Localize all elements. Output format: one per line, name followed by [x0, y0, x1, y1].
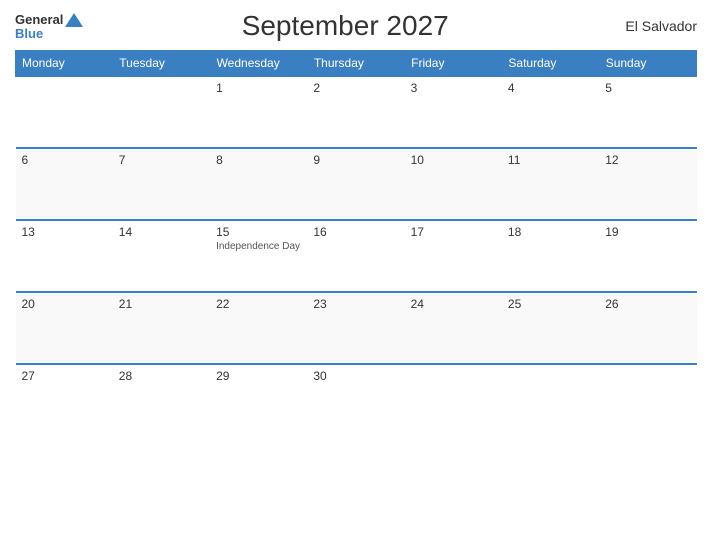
day-number: 6 [22, 153, 107, 167]
col-saturday: Saturday [502, 51, 599, 77]
table-row: 12 [599, 148, 696, 220]
table-row: 25 [502, 292, 599, 364]
day-number: 13 [22, 225, 107, 239]
table-row [16, 76, 113, 148]
logo: General Blue [15, 13, 83, 40]
table-row: 17 [405, 220, 502, 292]
day-number: 15 [216, 225, 301, 239]
day-number: 27 [22, 369, 107, 383]
calendar-week-row: 13 14 15 Independence Day 16 17 18 19 [16, 220, 697, 292]
day-number: 10 [411, 153, 496, 167]
table-row: 22 [210, 292, 307, 364]
table-row: 1 [210, 76, 307, 148]
day-number: 18 [508, 225, 593, 239]
day-number: 25 [508, 297, 593, 311]
day-number: 23 [313, 297, 398, 311]
day-number: 24 [411, 297, 496, 311]
table-row: 10 [405, 148, 502, 220]
col-tuesday: Tuesday [113, 51, 210, 77]
col-wednesday: Wednesday [210, 51, 307, 77]
day-number: 19 [605, 225, 690, 239]
calendar-week-row: 12345 [16, 76, 697, 148]
day-number: 21 [119, 297, 204, 311]
table-row: 16 [307, 220, 404, 292]
day-number: 22 [216, 297, 301, 311]
table-row: 13 [16, 220, 113, 292]
table-row: 8 [210, 148, 307, 220]
calendar-title: September 2027 [83, 10, 607, 42]
table-row: 20 [16, 292, 113, 364]
day-number: 9 [313, 153, 398, 167]
day-number: 1 [216, 81, 301, 95]
table-row: 6 [16, 148, 113, 220]
day-number: 8 [216, 153, 301, 167]
table-row: 30 [307, 364, 404, 436]
table-row: 27 [16, 364, 113, 436]
weekday-header-row: Monday Tuesday Wednesday Thursday Friday… [16, 51, 697, 77]
table-row: 26 [599, 292, 696, 364]
table-row: 29 [210, 364, 307, 436]
day-number: 7 [119, 153, 204, 167]
table-row: 28 [113, 364, 210, 436]
table-row: 24 [405, 292, 502, 364]
table-row: 9 [307, 148, 404, 220]
calendar-week-row: 6789 10 11 12 [16, 148, 697, 220]
logo-flag-icon [65, 13, 83, 27]
day-number: 16 [313, 225, 398, 239]
table-row: 14 [113, 220, 210, 292]
day-number: 29 [216, 369, 301, 383]
day-number: 3 [411, 81, 496, 95]
day-number: 30 [313, 369, 398, 383]
day-number: 4 [508, 81, 593, 95]
day-number: 26 [605, 297, 690, 311]
header: General Blue September 2027 El Salvador [15, 10, 697, 42]
table-row: 15 Independence Day [210, 220, 307, 292]
table-row [405, 364, 502, 436]
table-row: 23 [307, 292, 404, 364]
table-row: 7 [113, 148, 210, 220]
table-row [502, 364, 599, 436]
table-row: 4 [502, 76, 599, 148]
table-row [599, 364, 696, 436]
logo-general-text: General [15, 13, 63, 26]
day-number: 20 [22, 297, 107, 311]
col-thursday: Thursday [307, 51, 404, 77]
calendar-table: Monday Tuesday Wednesday Thursday Friday… [15, 50, 697, 436]
calendar-week-row: 20 21 22 23 24 25 26 [16, 292, 697, 364]
country-label: El Salvador [607, 18, 697, 34]
day-event: Independence Day [216, 241, 301, 252]
logo-blue-text: Blue [15, 27, 43, 40]
table-row: 11 [502, 148, 599, 220]
day-number: 5 [605, 81, 690, 95]
day-number: 17 [411, 225, 496, 239]
calendar-week-row: 27 28 29 30 [16, 364, 697, 436]
day-number: 2 [313, 81, 398, 95]
table-row: 3 [405, 76, 502, 148]
table-row: 19 [599, 220, 696, 292]
table-row: 5 [599, 76, 696, 148]
table-row: 21 [113, 292, 210, 364]
table-row [113, 76, 210, 148]
page: General Blue September 2027 El Salvador … [0, 0, 712, 550]
col-sunday: Sunday [599, 51, 696, 77]
table-row: 2 [307, 76, 404, 148]
day-number: 11 [508, 153, 593, 167]
table-row: 18 [502, 220, 599, 292]
day-number: 28 [119, 369, 204, 383]
day-number: 12 [605, 153, 690, 167]
col-monday: Monday [16, 51, 113, 77]
col-friday: Friday [405, 51, 502, 77]
day-number: 14 [119, 225, 204, 239]
